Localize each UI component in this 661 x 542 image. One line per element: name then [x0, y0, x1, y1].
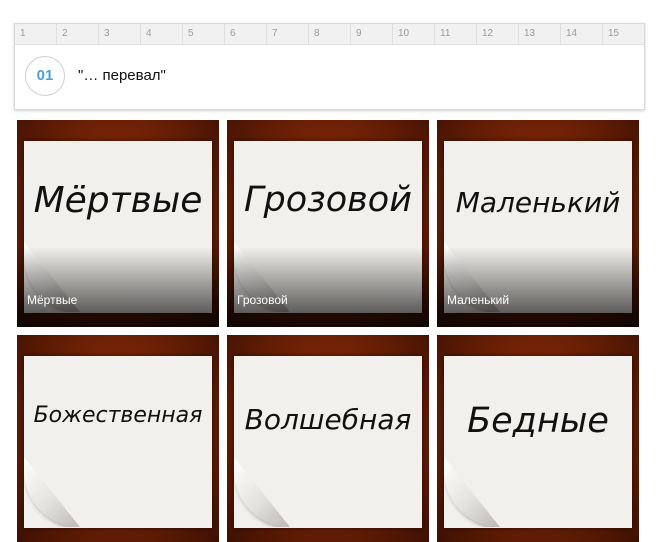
progress-ruler: 1 2 3 4 5 6 7 8 9 10 11 12 13 14 15 [15, 24, 644, 45]
option-word: Маленький [455, 186, 621, 219]
ruler-step[interactable]: 2 [57, 24, 99, 44]
answer-option-2[interactable]: Грозовой Грозовой [227, 120, 429, 327]
caption-gradient [437, 247, 639, 327]
option-word: Мёртвые [33, 180, 203, 221]
ruler-step[interactable]: 5 [183, 24, 225, 44]
caption-gradient [227, 247, 429, 327]
ruler-step[interactable]: 14 [561, 24, 603, 44]
option-word: Божественная [33, 403, 203, 428]
option-word: Волшебная [244, 403, 412, 436]
option-caption: Мёртвые [27, 293, 78, 307]
answer-option-6[interactable]: Бедные [437, 335, 639, 542]
question-card: 1 2 3 4 5 6 7 8 9 10 11 12 13 14 15 01 "… [14, 23, 645, 110]
question-text: "… перевал" [78, 67, 166, 84]
answer-option-4[interactable]: Божественная [17, 335, 219, 542]
option-word: Бедные [467, 401, 609, 441]
option-caption: Маленький [447, 293, 510, 307]
ruler-step[interactable]: 10 [393, 24, 435, 44]
answer-option-3[interactable]: Маленький Маленький [437, 120, 639, 327]
ruler-step[interactable]: 11 [435, 24, 477, 44]
ruler-step[interactable]: 15 [603, 24, 644, 44]
ruler-step[interactable]: 6 [225, 24, 267, 44]
ruler-step[interactable]: 3 [99, 24, 141, 44]
ruler-step[interactable]: 1 [15, 24, 57, 44]
question-number-badge: 01 [25, 56, 65, 96]
option-caption: Грозовой [237, 293, 288, 307]
question-row: 01 "… перевал" [15, 45, 644, 111]
answer-option-1[interactable]: Мёртвые Мёртвые [17, 120, 219, 327]
caption-gradient [17, 247, 219, 327]
answer-option-5[interactable]: Волшебная [227, 335, 429, 542]
ruler-step[interactable]: 8 [309, 24, 351, 44]
ruler-step[interactable]: 13 [519, 24, 561, 44]
ruler-step[interactable]: 4 [141, 24, 183, 44]
ruler-step[interactable]: 9 [351, 24, 393, 44]
option-word: Грозовой [244, 180, 412, 220]
ruler-step[interactable]: 7 [267, 24, 309, 44]
ruler-step[interactable]: 12 [477, 24, 519, 44]
